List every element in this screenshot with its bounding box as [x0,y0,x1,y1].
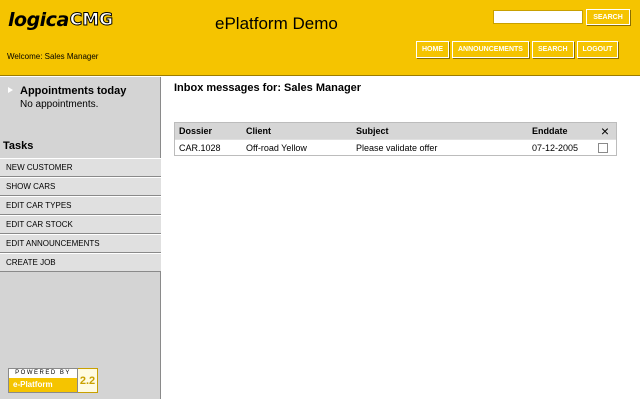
bullet-arrow-icon [8,87,13,93]
header: logica CMG ePlatform Demo Welcome: Sales… [0,0,640,76]
inbox-table: Dossier Client Subject Enddate × CAR.102… [174,122,617,156]
column-header-enddate[interactable]: Enddate [532,123,568,139]
top-navigation: HOME ANNOUNCEMENTS SEARCH LOGOUT [416,41,619,58]
cell-client: Off-road Yellow [246,143,307,153]
column-header-client[interactable]: Client [246,123,271,139]
nav-home-button[interactable]: HOME [416,41,449,58]
cell-subject[interactable]: Please validate offer [356,140,437,156]
powered-by-box: POWERED BY e-Platform [8,368,78,393]
nav-search-button[interactable]: SEARCH [531,41,574,58]
powered-by-text: POWERED BY [15,370,71,376]
inbox-header-row: Dossier Client Subject Enddate × [175,123,616,139]
row-select-checkbox[interactable] [598,143,608,153]
search-input[interactable] [493,10,583,24]
logicacmg-logo[interactable]: logica CMG [8,8,114,32]
task-show-cars[interactable]: SHOW CARS [0,177,161,196]
inbox-title: Inbox messages for: Sales Manager [174,82,362,94]
cell-dossier[interactable]: CAR.1028 [179,140,221,156]
task-list: NEW CUSTOMER SHOW CARS EDIT CAR TYPES ED… [0,158,161,272]
task-edit-announcements[interactable]: EDIT ANNOUNCEMENTS [0,234,161,253]
nav-announcements-button[interactable]: ANNOUNCEMENTS [452,41,529,58]
task-create-job[interactable]: CREATE JOB [0,253,161,272]
tasks-title: Tasks [3,140,34,152]
welcome-text: Welcome: Sales Manager [7,52,99,61]
appointments-title: Appointments today [20,85,127,97]
powered-by-badge[interactable]: POWERED BY e-Platform 2.2 [8,368,100,393]
nav-logout-button[interactable]: LOGOUT [576,41,619,58]
logo-text-logica: logica [8,9,69,31]
cell-enddate: 07-12-2005 [532,143,579,153]
column-header-subject[interactable]: Subject [356,123,389,139]
powered-version: 2.2 [78,368,98,393]
delete-icon[interactable]: × [598,123,612,139]
app-title: ePlatform Demo [215,14,338,33]
search-button[interactable]: SEARCH [586,9,630,25]
sidebar: Appointments today No appointments. Task… [0,77,161,399]
task-new-customer[interactable]: NEW CUSTOMER [0,158,161,177]
column-header-dossier[interactable]: Dossier [179,123,212,139]
powered-brand-text: e-Platform [9,378,77,392]
appointments-text: No appointments. [20,99,99,110]
table-row[interactable]: CAR.1028 Off-road Yellow Please validate… [175,139,616,155]
task-edit-car-stock[interactable]: EDIT CAR STOCK [0,215,161,234]
logo-text-cmg: CMG [69,10,114,31]
task-edit-car-types[interactable]: EDIT CAR TYPES [0,196,161,215]
